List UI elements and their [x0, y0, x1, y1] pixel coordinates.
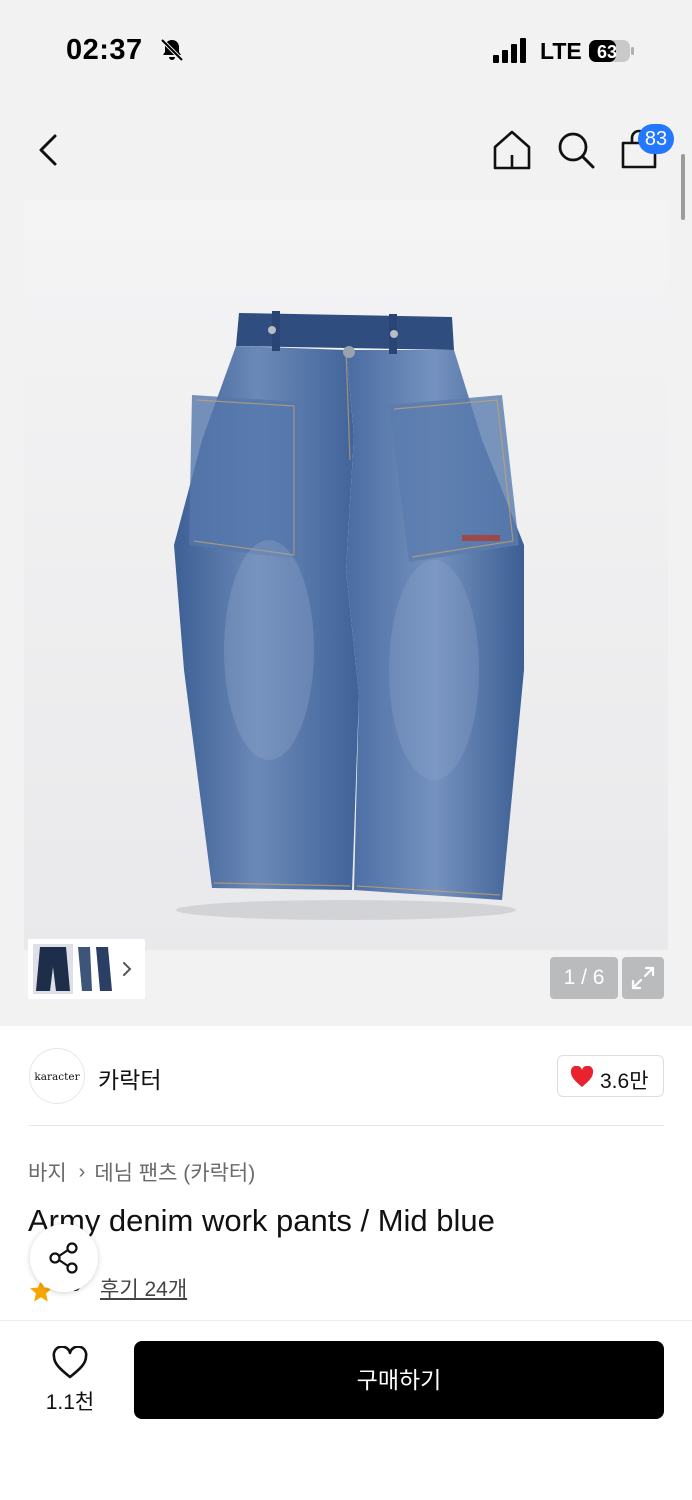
signal-icon	[493, 38, 526, 63]
wishlist-button[interactable]: 1.1천	[36, 1344, 104, 1416]
top-nav-bar	[0, 115, 692, 185]
battery-icon: 63	[589, 40, 634, 62]
share-button[interactable]	[30, 1224, 98, 1292]
breadcrumb: 바지 › 데님 팬츠 (카락터)	[28, 1157, 255, 1187]
battery-level: 63	[597, 42, 617, 62]
expand-icon[interactable]	[622, 957, 664, 999]
share-icon	[49, 1242, 78, 1274]
status-bar: 02:37 LTE 63	[0, 0, 692, 100]
product-image-jeans[interactable]	[24, 200, 668, 950]
heart-filled-icon	[570, 1066, 594, 1087]
brand-like-button[interactable]: 3.6만	[557, 1055, 664, 1097]
reviews-link[interactable]: 후기 24개	[100, 1273, 187, 1303]
image-counter: 1 / 6	[550, 957, 618, 999]
cart-count-badge: 83	[638, 124, 674, 154]
thumbnail-strip[interactable]	[28, 939, 145, 999]
product-title: Army denim work pants / Mid blue	[28, 1203, 495, 1238]
network-type: LTE	[540, 38, 582, 64]
heart-outline-icon	[52, 1346, 88, 1379]
home-icon[interactable]	[489, 127, 535, 173]
product-hero-area: 02:37 LTE 63 83 1 / 6	[0, 0, 692, 1026]
search-icon[interactable]	[553, 127, 599, 173]
wishlist-count: 1.1천	[45, 1391, 95, 1414]
breadcrumb-category[interactable]: 바지	[28, 1157, 67, 1187]
buy-button[interactable]: 구매하기	[134, 1341, 664, 1419]
section-divider	[28, 1125, 664, 1126]
chevron-right-icon: ›	[78, 1160, 86, 1183]
scroll-indicator	[681, 154, 685, 220]
breadcrumb-subcategory[interactable]: 데님 팬츠 (카락터)	[94, 1157, 255, 1187]
brand-name[interactable]: 카락터	[98, 1061, 161, 1095]
chevron-right-icon	[123, 962, 132, 976]
status-time: 02:37	[66, 34, 143, 66]
brand-logo[interactable]: karacter	[29, 1048, 85, 1104]
mute-bell-icon	[160, 38, 184, 62]
back-arrow-icon[interactable]	[26, 127, 72, 173]
brand-like-count: 3.6만	[600, 1070, 649, 1093]
thumbnail-image	[33, 944, 132, 994]
